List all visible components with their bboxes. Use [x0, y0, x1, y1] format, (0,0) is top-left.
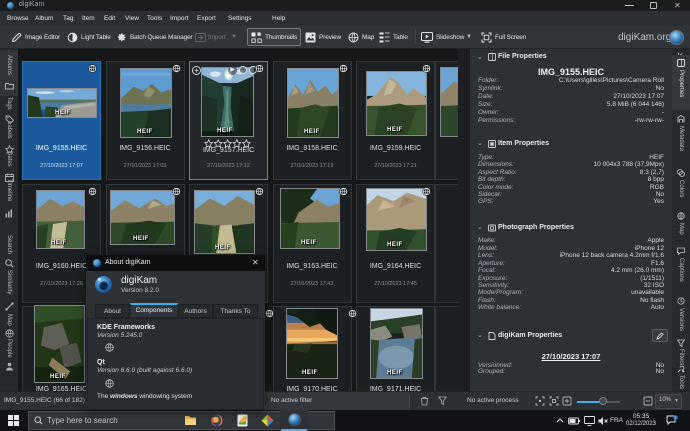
- svg-text:1: 1: [675, 416, 677, 420]
